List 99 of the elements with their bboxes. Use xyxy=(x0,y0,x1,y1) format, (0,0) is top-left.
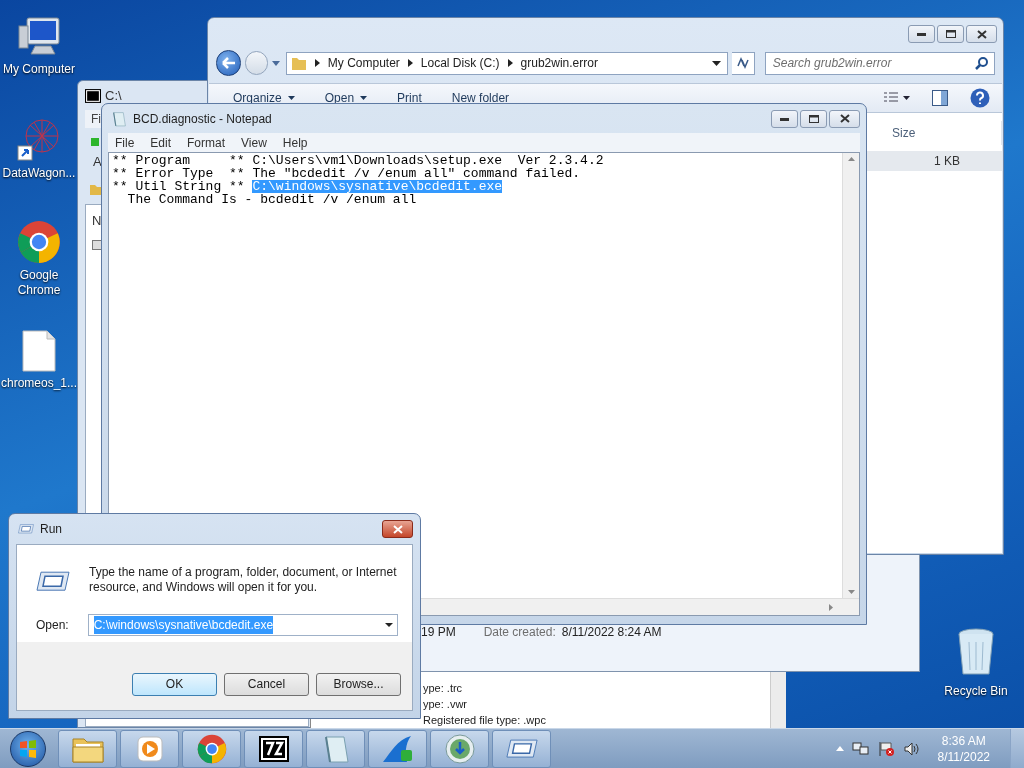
minimize-button[interactable] xyxy=(771,109,798,128)
column-header[interactable]: N xyxy=(92,210,102,230)
run-icon xyxy=(505,738,538,759)
flag-icon[interactable] xyxy=(877,740,896,757)
text-line: The Command Is - bcdedit /v /enum all xyxy=(126,193,417,206)
toolbar-button[interactable]: Organize xyxy=(233,89,295,107)
network-icon[interactable] xyxy=(851,740,870,757)
minimize-button[interactable] xyxy=(908,25,935,43)
start-button[interactable] xyxy=(10,730,46,767)
minimize-icon xyxy=(917,32,926,36)
maximize-icon xyxy=(808,114,819,123)
maximize-icon xyxy=(945,30,956,38)
scroll-up-icon[interactable] xyxy=(847,157,855,161)
desktop-icon-label[interactable]: Recycle Bin xyxy=(944,682,1008,700)
shark-fin-icon xyxy=(380,733,415,764)
modified-date: 19 PM xyxy=(421,624,456,641)
close-button[interactable] xyxy=(966,25,997,43)
windows-logo-icon xyxy=(19,739,37,758)
play-icon xyxy=(136,735,163,762)
window-title: Run xyxy=(40,521,62,538)
chevron-icon[interactable] xyxy=(314,59,320,67)
list-item[interactable]: Registered file type: .wpc xyxy=(423,712,546,728)
close-icon xyxy=(839,114,850,123)
close-button[interactable] xyxy=(829,109,860,128)
size-cell-text: 1 KB xyxy=(934,153,960,170)
dialog-button[interactable]: Browse... xyxy=(316,672,401,696)
list-item[interactable]: ype: .trc xyxy=(423,680,463,696)
dialog-button[interactable]: Cancel xyxy=(224,672,309,696)
text-line: ** Error Type ** The "bcdedit /v /enum all" command failed. xyxy=(112,167,581,180)
toolbar-label: A xyxy=(93,153,102,171)
selected-text: C:\windows\sysnative\bcdedit.exe xyxy=(252,180,503,193)
desktop-icon-label[interactable]: My Computer xyxy=(3,62,75,77)
breadcrumb[interactable]: My Computer xyxy=(327,54,400,72)
sevenzip-icon xyxy=(85,89,101,103)
close-button[interactable] xyxy=(382,520,413,538)
dialog-button[interactable]: OK xyxy=(132,672,217,696)
desktop-icon-label[interactable]: DataWagon... xyxy=(2,166,76,181)
breadcrumb[interactable]: grub2win.error xyxy=(520,54,598,72)
refresh-button[interactable] xyxy=(731,51,755,75)
detail-label: Date created: xyxy=(483,624,556,641)
caret-icon xyxy=(360,96,368,100)
file-icon xyxy=(92,240,102,250)
help-icon[interactable] xyxy=(970,88,990,108)
caret-icon xyxy=(287,96,295,100)
menu-item[interactable]: File xyxy=(115,133,135,152)
speaker-icon[interactable] xyxy=(903,741,920,756)
toolbar-button[interactable]: Print xyxy=(397,89,422,107)
file-row[interactable]: 1 KB xyxy=(866,151,1002,171)
recycle-bin-icon xyxy=(957,628,995,678)
caret-icon xyxy=(385,623,393,627)
view-list-icon[interactable] xyxy=(884,92,910,104)
search-field[interactable]: Search grub2win.error xyxy=(764,51,995,75)
sevenzip-icon xyxy=(258,735,289,762)
maximize-button[interactable] xyxy=(937,25,964,43)
scroll-down-icon[interactable] xyxy=(847,590,855,594)
list-item[interactable]: ype: .vwr xyxy=(423,696,467,712)
scrollbar[interactable] xyxy=(770,672,786,728)
close-icon xyxy=(392,524,403,534)
menu-item[interactable]: Help xyxy=(282,133,308,152)
breadcrumb[interactable]: Local Disk (C:) xyxy=(420,54,500,72)
taskbar-button[interactable] xyxy=(244,729,303,768)
search-icon xyxy=(975,56,988,70)
globe-icon xyxy=(444,733,475,764)
menu-item[interactable]: Edit xyxy=(150,133,172,152)
preview-pane-icon[interactable] xyxy=(932,90,948,106)
desktop-icon-label[interactable]: Google Chrome xyxy=(1,268,77,298)
back-arrow-icon xyxy=(221,57,236,69)
text-line: ** Program ** C:\Users\vm1\Downloads\setup.exe Ver 2.3.4.2 xyxy=(112,154,604,167)
chevron-icon[interactable] xyxy=(407,59,413,67)
run-icon xyxy=(36,571,70,592)
menu-item[interactable]: Fi xyxy=(91,110,101,128)
address-bar[interactable]: My Computer Local Disk (C:) grub2win.error xyxy=(285,51,728,75)
detail-value: 8/11/2022 8:24 AM xyxy=(561,624,662,641)
run-icon xyxy=(18,524,34,534)
minimize-icon xyxy=(780,116,789,121)
caret-icon[interactable] xyxy=(711,60,721,66)
chrome-icon xyxy=(17,220,61,264)
scroll-right-icon[interactable] xyxy=(829,603,833,611)
toolbar-button[interactable]: New folder xyxy=(451,89,510,107)
toolbar-button[interactable]: Open xyxy=(324,89,368,107)
open-label: Open: xyxy=(36,617,69,634)
close-icon xyxy=(976,29,987,39)
text-line: ** Util String ** xyxy=(112,180,246,193)
window-title: BCD.diagnostic - Notepad xyxy=(133,110,272,128)
back-button[interactable] xyxy=(216,50,242,76)
folder-icon xyxy=(290,55,307,71)
file-icon xyxy=(22,330,56,372)
menu-item[interactable]: Format xyxy=(187,133,226,152)
chevron-icon[interactable] xyxy=(507,59,513,67)
chrome-icon xyxy=(196,733,227,764)
vertical-scrollbar[interactable] xyxy=(842,153,859,598)
refresh-icon xyxy=(735,57,750,69)
run-description: Type the name of a program, folder, document, or Internet resource, and Windows will open it for you. xyxy=(89,565,398,595)
menu-item[interactable]: View xyxy=(241,133,267,152)
notepad-icon xyxy=(111,110,127,127)
desktop-icon-label[interactable]: chromeos_1... xyxy=(1,376,77,391)
computer-icon xyxy=(17,16,61,58)
maximize-button[interactable] xyxy=(800,109,827,128)
window-title: C:\ xyxy=(105,87,122,106)
